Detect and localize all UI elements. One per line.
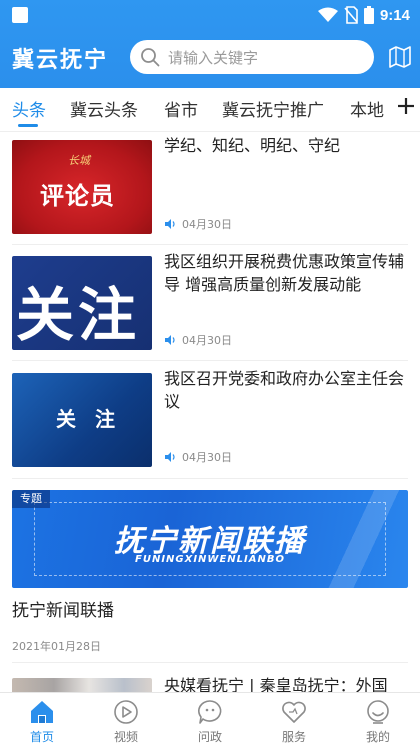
nav-label: 我的	[365, 730, 390, 744]
play-icon	[114, 700, 138, 724]
news-title[interactable]: 央媒看抚宁 | 秦皇岛抚宁：外国	[164, 674, 410, 692]
tab-headlines[interactable]: 头条	[12, 96, 46, 121]
chat-icon	[198, 700, 222, 724]
channel-tabs: 头条 冀云头条 省市 冀云抚宁推广 本地	[0, 88, 420, 132]
no-sim-icon	[344, 6, 358, 24]
divider	[12, 244, 408, 245]
news-date: 04月30日	[182, 451, 232, 464]
news-thumbnail: 长城 评论员	[12, 140, 152, 234]
nav-label: 问政	[197, 730, 222, 744]
news-title[interactable]: 我区召开党委和政府办公室主任会议	[164, 367, 410, 413]
nav-video[interactable]: 视频	[84, 693, 168, 746]
tab-local[interactable]: 本地	[350, 96, 384, 121]
news-date: 04月30日	[182, 334, 232, 347]
divider	[12, 360, 408, 361]
search-input[interactable]: 请输入关键字	[130, 40, 374, 74]
news-thumbnail: 关注	[12, 256, 152, 350]
thumbnail-text: 评论员	[40, 182, 115, 210]
thumbnail-text: 关注	[16, 281, 141, 349]
speaker-icon[interactable]	[164, 218, 176, 230]
map-icon[interactable]	[388, 46, 412, 68]
heart-icon	[282, 701, 306, 723]
news-title[interactable]: 我区组织开展税费优惠政策宣传辅导 增强高质量创新发展动能	[164, 250, 410, 296]
news-title[interactable]: 学纪、知纪、明纪、守纪	[164, 134, 410, 157]
user-icon	[367, 700, 389, 724]
special-tag: 专题	[12, 490, 50, 508]
news-feed[interactable]: 长城 评论员 学纪、知纪、明纪、守纪 04月30日 关注 我区组织开展税费优惠政…	[0, 132, 420, 692]
tab-promotion[interactable]: 冀云抚宁推广	[222, 96, 324, 121]
speaker-icon[interactable]	[164, 334, 176, 346]
search-placeholder: 请输入关键字	[168, 48, 259, 67]
nav-label: 首页	[29, 730, 54, 744]
news-meta: 04月30日	[164, 216, 232, 232]
tab-province-city[interactable]: 省市	[164, 96, 198, 121]
news-meta: 04月30日	[164, 449, 232, 465]
status-indicators: 9:14	[317, 4, 410, 26]
status-bar: 9:14	[0, 0, 420, 30]
status-time: 9:14	[379, 6, 410, 24]
thumbnail-brand: 长城	[68, 154, 90, 167]
active-tab-indicator	[18, 124, 38, 127]
nav-label: 服务	[281, 730, 306, 744]
news-date: 04月30日	[182, 218, 232, 231]
add-channel-icon[interactable]	[396, 94, 416, 118]
app-title: 冀云抚宁	[12, 48, 109, 73]
divider	[12, 478, 408, 479]
news-thumbnail	[12, 678, 152, 692]
home-icon	[31, 701, 53, 723]
news-thumbnail: 关 注	[12, 373, 152, 467]
thumbnail-text: 关 注	[56, 407, 121, 431]
bottom-navigation: 首页 视频 问政 服务 我的	[0, 692, 420, 746]
special-banner[interactable]: 专题 抚宁新闻联播 FUNINGXINWENLIANBO	[12, 490, 408, 588]
battery-icon	[363, 6, 374, 24]
search-icon	[141, 48, 160, 67]
wifi-icon	[317, 7, 338, 22]
banner-subtitle: FUNINGXINWENLIANBO	[135, 554, 285, 565]
divider	[12, 662, 408, 663]
speaker-icon[interactable]	[164, 451, 176, 463]
nav-profile[interactable]: 我的	[336, 693, 420, 746]
news-meta: 04月30日	[164, 332, 232, 348]
app-header: 9:14 冀云抚宁 请输入关键字	[0, 0, 420, 88]
nav-inquiry[interactable]: 问政	[168, 693, 252, 746]
nav-label: 视频	[113, 730, 138, 744]
special-date: 2021年01月28日	[12, 640, 101, 653]
nav-home[interactable]: 首页	[0, 693, 84, 746]
notification-icon	[12, 7, 28, 23]
nav-services[interactable]: 服务	[252, 693, 336, 746]
tab-jiyun-headlines[interactable]: 冀云头条	[70, 96, 138, 121]
special-title[interactable]: 抚宁新闻联播	[12, 596, 114, 621]
